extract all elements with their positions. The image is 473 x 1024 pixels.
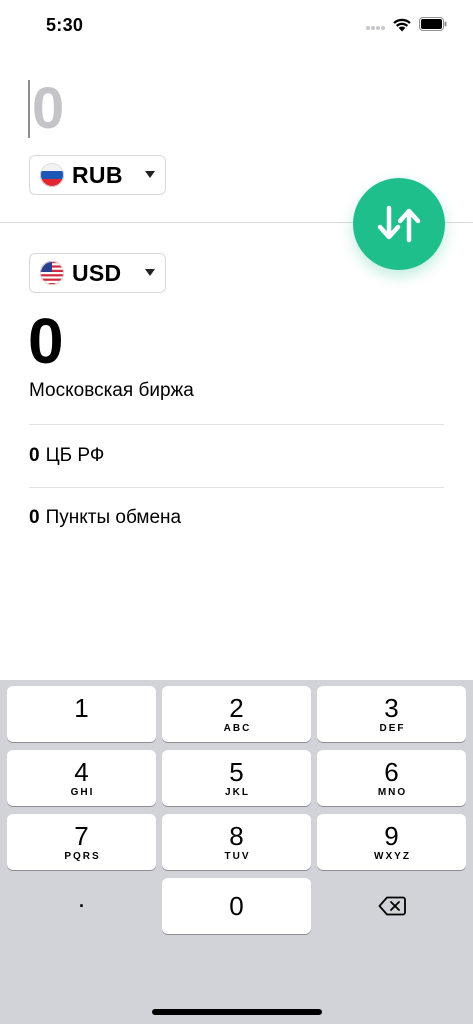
swap-currencies-button[interactable] <box>353 178 445 270</box>
backspace-icon <box>378 896 406 916</box>
rate-source-label: Московская биржа <box>29 380 194 401</box>
usa-flag-icon <box>40 261 64 285</box>
key-3[interactable]: 3 DEF <box>317 686 466 742</box>
numeric-keypad: 1 2 ABC 3 DEF 4 GHI 5 JKL 6 MNO 7 PQRS 8 <box>0 680 473 1024</box>
row-divider <box>29 487 444 488</box>
key-6[interactable]: 6 MNO <box>317 750 466 806</box>
source-amount-value: 0 <box>32 76 65 141</box>
source-amount-input[interactable]: 0 <box>28 78 64 140</box>
chevron-down-icon <box>145 171 155 178</box>
status-bar: 5:30 <box>0 0 473 50</box>
home-indicator <box>152 1009 322 1015</box>
rate-row-cbr: 0 ЦБ РФ <box>29 445 104 467</box>
cellular-signal-icon <box>366 26 386 31</box>
key-8[interactable]: 8 TUV <box>162 814 311 870</box>
battery-icon <box>419 17 447 31</box>
chevron-down-icon <box>145 269 155 276</box>
rate-value: 0 <box>29 445 40 466</box>
key-backspace[interactable] <box>317 878 466 934</box>
key-5[interactable]: 5 JKL <box>162 750 311 806</box>
key-7[interactable]: 7 PQRS <box>7 814 156 870</box>
rate-label: Пункты обмена <box>45 507 182 528</box>
key-decimal[interactable]: . <box>7 878 156 934</box>
key-1[interactable]: 1 <box>7 686 156 742</box>
key-0[interactable]: 0 <box>162 878 311 934</box>
rate-value: 0 <box>29 507 40 528</box>
russia-flag-icon <box>40 163 64 187</box>
row-divider <box>29 424 444 425</box>
key-2[interactable]: 2 ABC <box>162 686 311 742</box>
rate-row-exchange-points: 0 Пункты обмена <box>29 507 181 529</box>
text-cursor <box>28 80 30 138</box>
swap-arrows-icon <box>377 205 421 243</box>
target-currency-select[interactable]: USD <box>29 253 166 293</box>
key-9[interactable]: 9 WXYZ <box>317 814 466 870</box>
target-currency-code: USD <box>72 259 122 286</box>
converted-amount: 0 <box>28 305 64 377</box>
converter-screen: 5:30 0 RUB USD 0 Московская биржа 0 ЦБ Р… <box>0 0 473 1024</box>
source-currency-code: RUB <box>72 161 123 188</box>
wifi-icon <box>393 18 411 32</box>
key-4[interactable]: 4 GHI <box>7 750 156 806</box>
rate-label: ЦБ РФ <box>45 445 105 466</box>
source-currency-select[interactable]: RUB <box>29 155 166 195</box>
status-time: 5:30 <box>46 15 84 35</box>
